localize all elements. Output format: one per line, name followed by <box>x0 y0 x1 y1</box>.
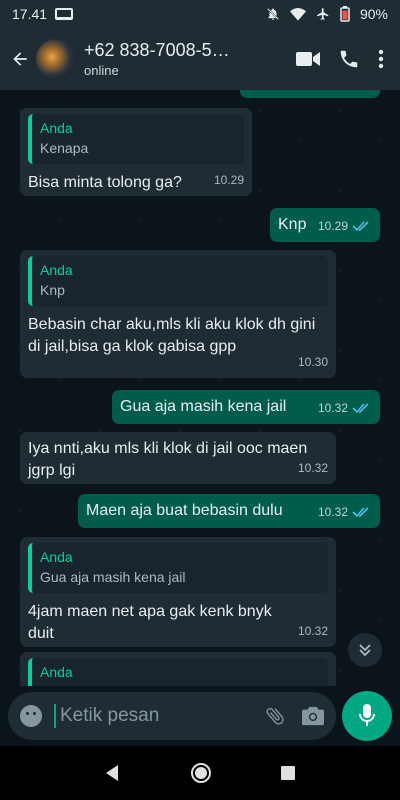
quote-text: Knp <box>40 282 65 298</box>
message-composer: Ketik pesan <box>0 686 400 746</box>
quote-text: Kenapa <box>40 140 89 156</box>
message-bubble-outgoing[interactable]: Gua aja masih kena jail 10.32 <box>112 390 380 424</box>
message-time: 10.32 <box>317 505 348 519</box>
microphone-icon <box>359 704 375 726</box>
message-bubble-outgoing[interactable]: Maen aja buat bebasin dulu 10.32 <box>78 494 380 528</box>
notifications-off-icon <box>267 8 279 20</box>
quote-author: Anda <box>40 549 73 565</box>
message-time: 10.29 <box>317 219 348 233</box>
more-options-icon[interactable] <box>378 49 384 69</box>
contact-status: online <box>84 63 119 78</box>
message-input[interactable]: Ketik pesan <box>54 704 264 728</box>
message-bubble-partial[interactable] <box>240 90 380 98</box>
contact-info[interactable]: +62 838-7008-5… online <box>84 40 296 78</box>
message-bubble-incoming-partial[interactable]: Anda <box>20 652 336 686</box>
nav-recents-icon[interactable] <box>280 765 296 781</box>
system-navigation-bar <box>0 746 400 800</box>
message-bubble-incoming[interactable]: Anda Kenapa Bisa minta tolong ga? 10.29 <box>20 108 252 196</box>
contact-name: +62 838-7008-5… <box>84 40 230 60</box>
nav-home-icon[interactable] <box>190 762 212 784</box>
quoted-message[interactable]: Anda Gua aja masih kena jail <box>28 543 328 593</box>
quote-author: Anda <box>40 664 73 680</box>
voice-call-icon[interactable] <box>338 48 360 70</box>
message-text: Bisa minta tolong ga? <box>28 174 182 191</box>
message-text: Bebasin char aku,mls kli aku klok dh gin… <box>28 316 316 355</box>
laptop-icon <box>55 8 74 20</box>
contact-avatar[interactable] <box>36 39 76 79</box>
status-time: 17.41 <box>12 6 48 22</box>
chat-area[interactable]: Anda Kenapa Bisa minta tolong ga? 10.29 … <box>0 90 400 686</box>
camera-icon[interactable] <box>302 706 324 726</box>
message-text: Iya nnti,aku mls kli klok di jail ooc ma… <box>28 440 308 479</box>
battery-percent: 90% <box>359 6 388 22</box>
message-text: 4jam maen net apa gak kenk bnyk duit <box>28 603 272 642</box>
message-time: 10.32 <box>317 401 348 415</box>
video-call-icon[interactable] <box>296 50 320 68</box>
message-bubble-incoming[interactable]: Anda Knp Bebasin char aku,mls kli aku kl… <box>20 250 336 378</box>
double-chevron-down-icon <box>359 644 371 657</box>
read-receipt-icon <box>352 403 369 414</box>
message-bubble-outgoing[interactable]: Knp 10.29 <box>270 208 380 242</box>
battery-icon <box>340 6 350 22</box>
airplane-icon <box>317 8 329 20</box>
read-receipt-icon <box>352 221 369 232</box>
message-bubble-incoming[interactable]: Iya nnti,aku mls kli klok di jail ooc ma… <box>20 432 336 484</box>
back-arrow-icon[interactable] <box>6 45 34 73</box>
message-time: 10.32 <box>297 624 328 638</box>
read-receipt-icon <box>352 507 369 518</box>
attach-icon[interactable] <box>264 705 286 727</box>
quote-author: Anda <box>40 262 73 278</box>
scroll-to-bottom-button[interactable] <box>348 633 382 667</box>
quoted-message[interactable]: Anda Knp <box>28 256 328 306</box>
quoted-message[interactable]: Anda <box>28 658 328 686</box>
message-time: 10.29 <box>213 173 244 187</box>
quote-text: Gua aja masih kena jail <box>40 569 186 585</box>
voice-message-button[interactable] <box>342 691 392 741</box>
message-input-box[interactable]: Ketik pesan <box>8 692 336 740</box>
quoted-message[interactable]: Anda Kenapa <box>28 114 244 164</box>
chat-header: +62 838-7008-5… online <box>0 28 400 90</box>
nav-back-icon[interactable] <box>104 764 122 782</box>
message-time: 10.30 <box>297 355 328 369</box>
message-time: 10.32 <box>297 461 328 475</box>
wifi-icon <box>289 8 306 21</box>
emoji-icon[interactable] <box>20 705 42 727</box>
message-bubble-incoming[interactable]: Anda Gua aja masih kena jail 4jam maen n… <box>20 537 336 647</box>
quote-author: Anda <box>40 120 73 136</box>
status-bar: 17.41 90% <box>0 0 400 28</box>
